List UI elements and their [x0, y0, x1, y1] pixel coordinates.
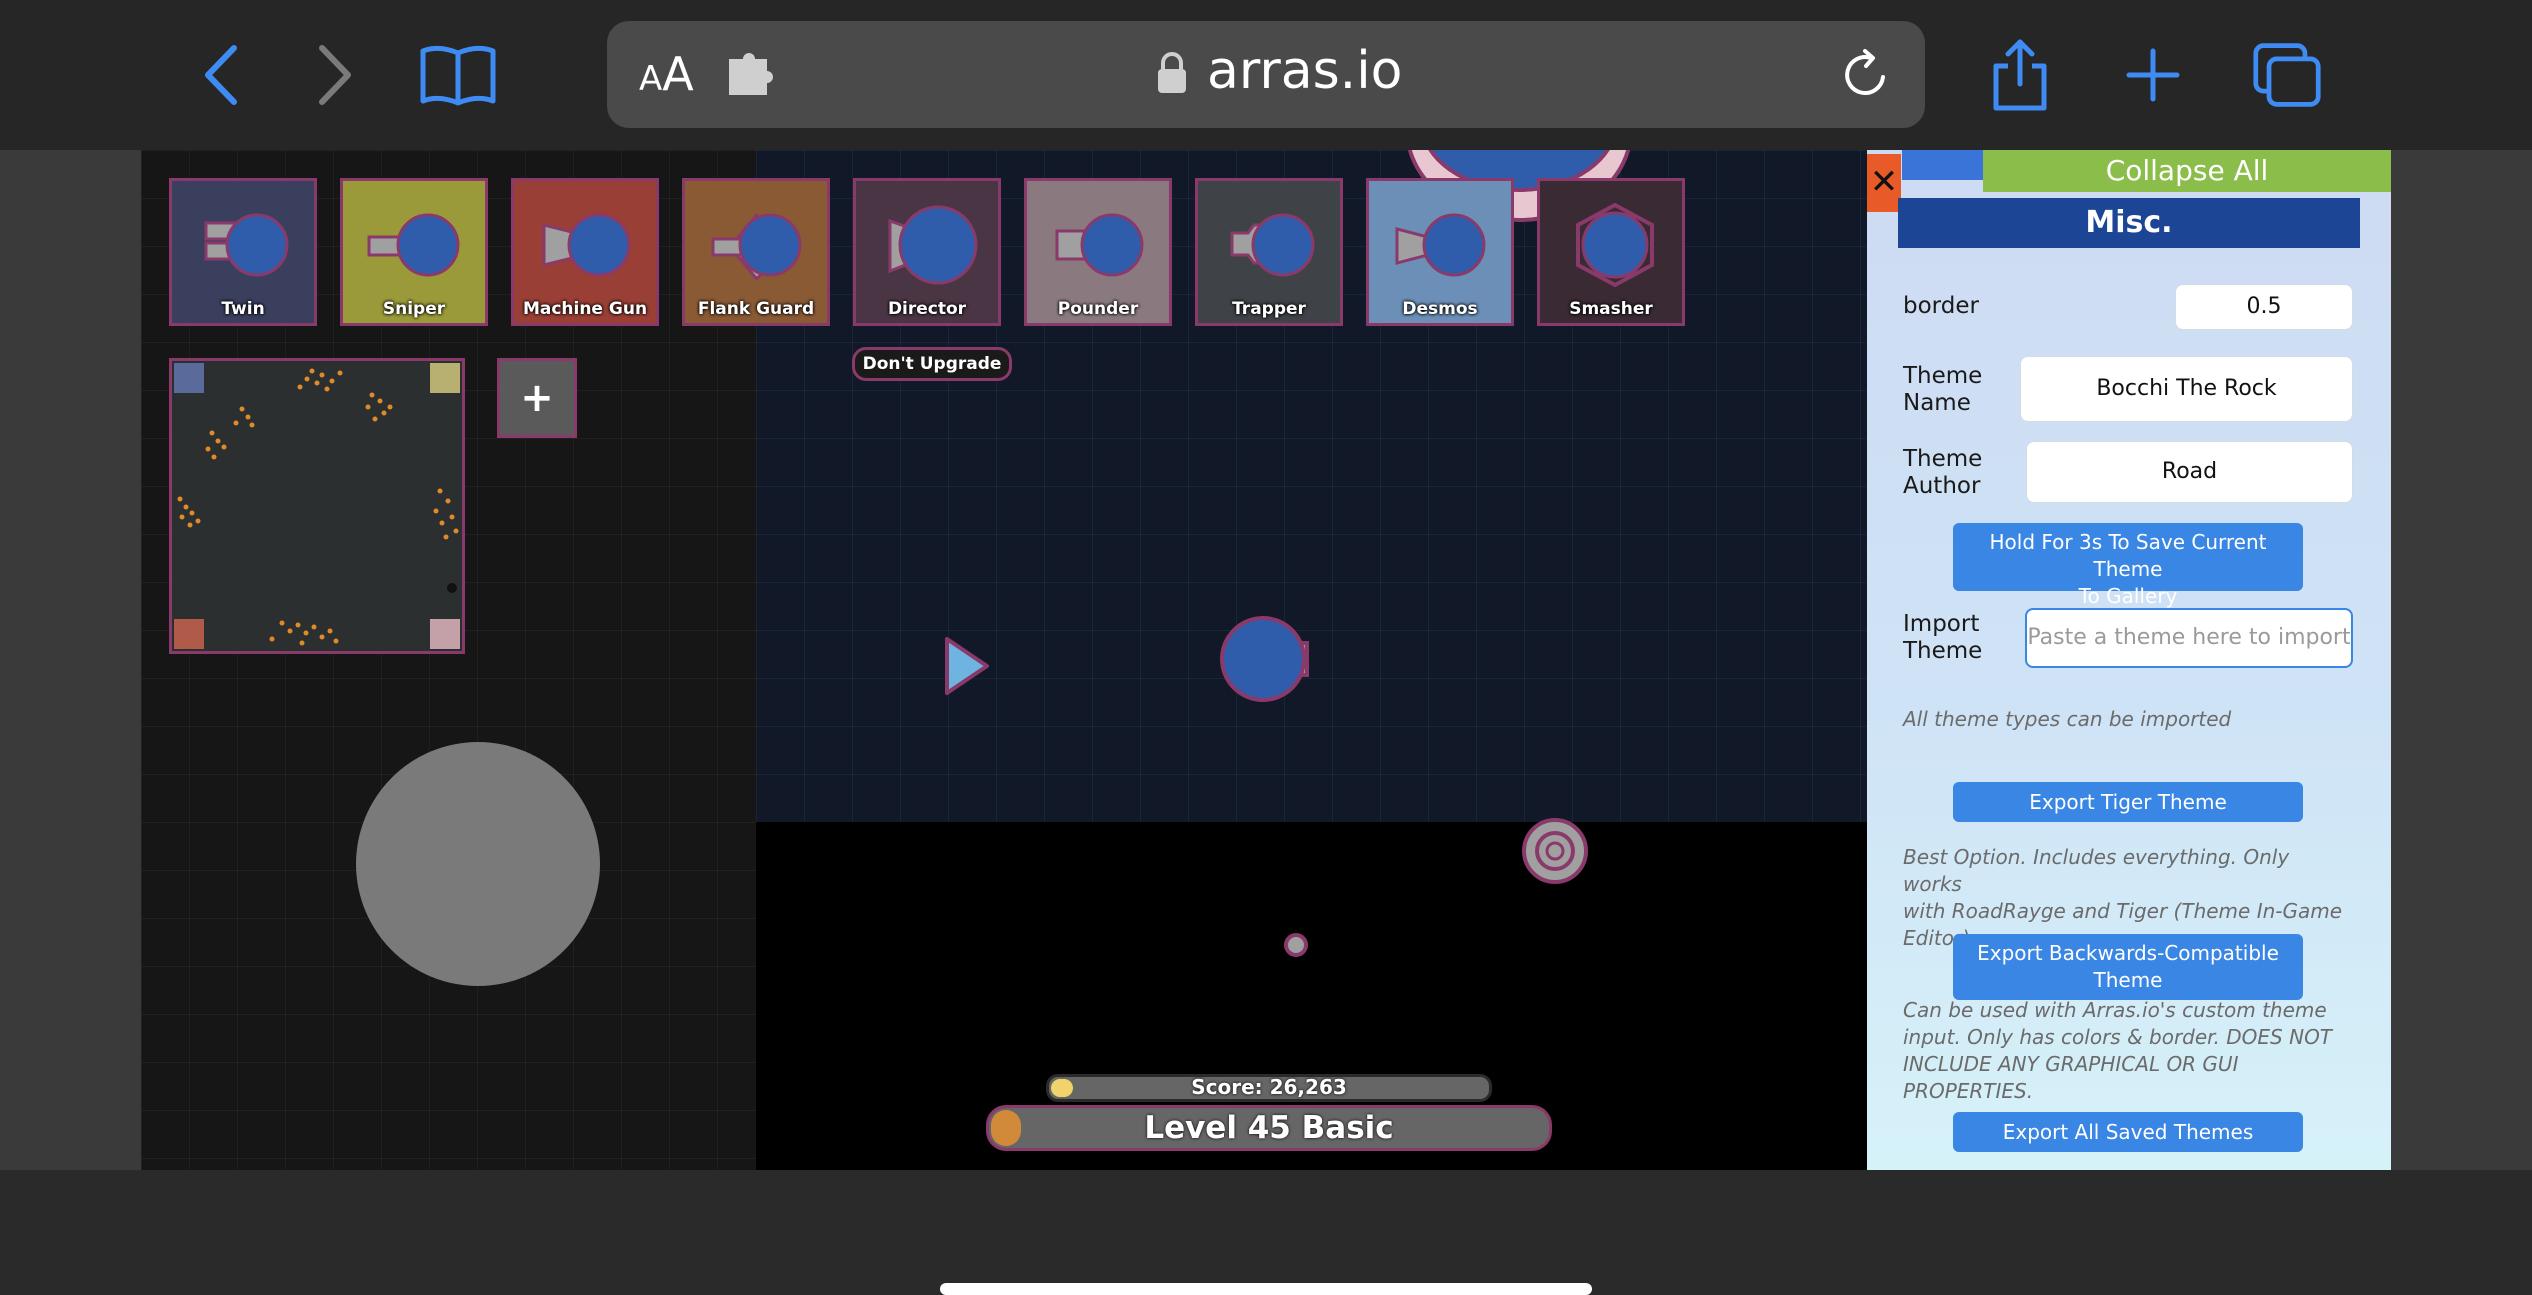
upgrade-label: Trapper: [1232, 299, 1306, 319]
import-hint: All theme types can be imported: [1903, 707, 2232, 731]
border-input[interactable]: 0.5: [2175, 284, 2353, 330]
enemy-drone: [945, 637, 989, 695]
theme-name-label: Theme Name: [1903, 363, 1983, 416]
import-theme-input[interactable]: Paste a theme here to import: [2025, 608, 2353, 668]
upgrade-director-button[interactable]: Director: [853, 178, 1001, 326]
upgrade-label: Desmos: [1402, 299, 1478, 319]
url-text: arras.io: [1207, 41, 1403, 101]
target-ring: [1522, 818, 1588, 884]
upgrade-sniper-button[interactable]: Sniper: [340, 178, 488, 326]
upgrade-label: Pounder: [1057, 299, 1139, 319]
upgrade-label: Twin: [221, 299, 265, 319]
theme-name-input[interactable]: Bocchi The Rock: [2020, 356, 2353, 422]
dont-upgrade-button[interactable]: Don't Upgrade: [852, 347, 1012, 381]
export-backwards-compatible-button[interactable]: Export Backwards-Compatible Theme: [1953, 934, 2303, 1000]
section-header-misc[interactable]: Misc.: [1898, 198, 2360, 248]
upgrade-label: Director: [887, 299, 967, 319]
export-all-themes-button[interactable]: Export All Saved Themes: [1953, 1112, 2303, 1152]
level-text: Level 45 Basic: [1144, 1110, 1394, 1146]
score-bar: Score: 26,263: [1046, 1074, 1492, 1102]
reload-icon[interactable]: [1839, 47, 1893, 107]
game-canvas[interactable]: Twin Sniper Machine Gun Flank Guard Director…: [141, 150, 1867, 1170]
score-text: Score: 26,263: [1191, 1075, 1347, 1099]
share-icon[interactable]: [1985, 39, 2055, 111]
upgrade-trapper-button[interactable]: Trapper: [1195, 178, 1343, 326]
add-button[interactable]: +: [497, 358, 577, 438]
upgrade-label: Smasher: [1569, 299, 1653, 319]
lock-icon: [1155, 51, 1189, 99]
export-tiger-button[interactable]: Export Tiger Theme: [1953, 782, 2303, 822]
upgrade-desmos-button[interactable]: Desmos: [1366, 178, 1514, 326]
home-indicator: [940, 1283, 1592, 1295]
extension-puzzle-icon[interactable]: [725, 49, 775, 103]
movement-joystick[interactable]: [356, 742, 600, 986]
address-bar[interactable]: AA arras.io: [607, 21, 1925, 128]
upgrade-twin-button[interactable]: Twin: [169, 178, 317, 326]
upgrade-label: Flank Guard: [697, 299, 815, 319]
upgrade-label: Sniper: [382, 299, 446, 319]
collapse-all-button[interactable]: Collapse All: [1983, 150, 2391, 192]
save-theme-button[interactable]: Hold For 3s To Save Current Theme To Gall…: [1953, 523, 2303, 608]
upgrade-flank-guard-button[interactable]: Flank Guard: [682, 178, 830, 326]
theme-editor-panel: ✕ Collapse All Misc. border 0.5 Theme Nam…: [1867, 150, 2391, 1170]
level-bar: Level 45 Basic: [986, 1105, 1552, 1151]
upgrade-machine-gun-button[interactable]: Machine Gun: [511, 178, 659, 326]
compat-hint: Can be used with Arras.io's custom theme…: [1903, 998, 2333, 1103]
theme-author-label: Theme Author: [1903, 446, 1983, 499]
upgrade-smasher-button[interactable]: Smasher: [1537, 178, 1685, 326]
browser-toolbar: AA arras.io: [0, 0, 2532, 150]
bullet: [1284, 933, 1308, 957]
new-tab-icon[interactable]: [2118, 40, 2188, 110]
bookmarks-icon[interactable]: [418, 40, 498, 110]
section-tab[interactable]: [1902, 150, 1984, 180]
text-size-button[interactable]: AA: [639, 47, 694, 101]
upgrade-label: Machine Gun: [522, 299, 648, 319]
theme-author-input[interactable]: Road: [2026, 441, 2353, 503]
import-theme-label: Import Theme: [1903, 611, 1983, 664]
border-label: border: [1903, 293, 1979, 319]
back-icon[interactable]: [186, 40, 256, 110]
tabs-icon[interactable]: [2252, 40, 2322, 110]
player-tank: [1220, 616, 1309, 702]
minimap: [169, 358, 465, 654]
forward-icon[interactable]: [300, 40, 370, 110]
close-icon[interactable]: ✕: [1867, 154, 1901, 212]
upgrade-pounder-button[interactable]: Pounder: [1024, 178, 1172, 326]
